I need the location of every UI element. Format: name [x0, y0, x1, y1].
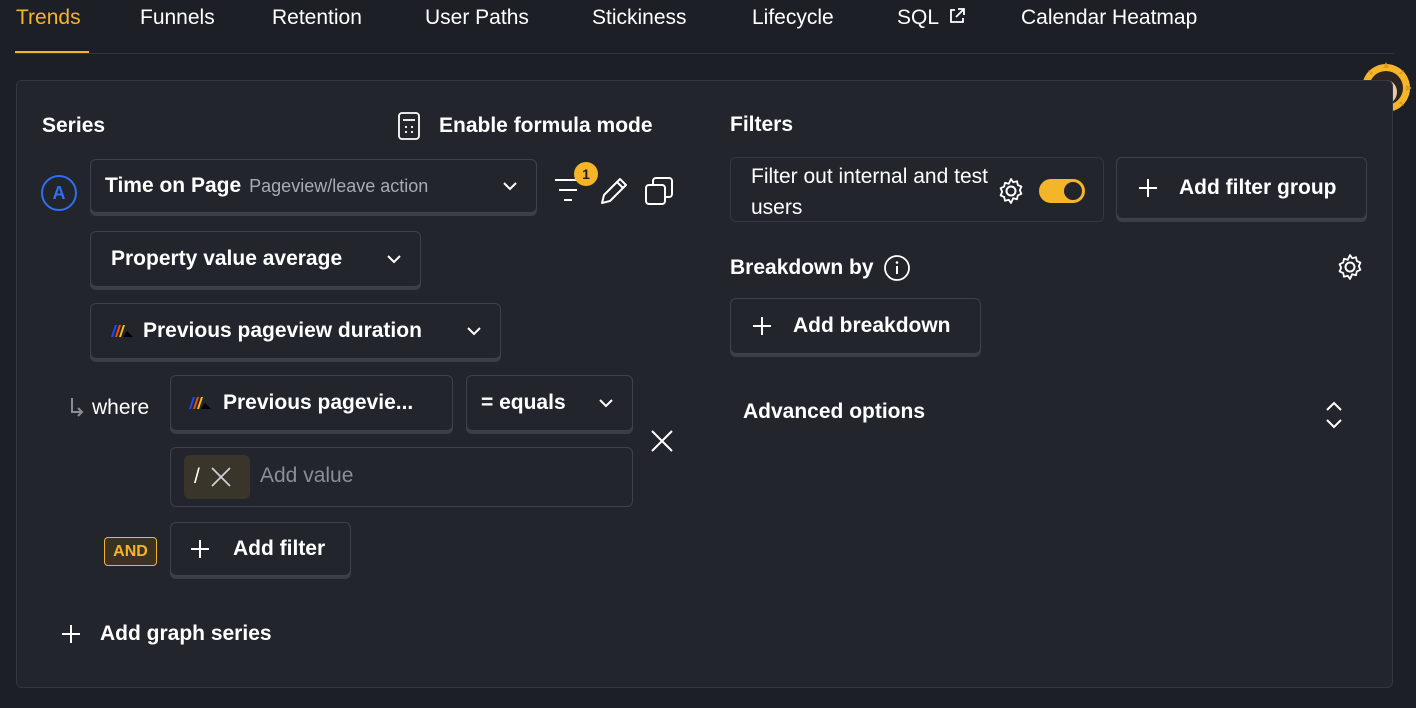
event-selector[interactable]: Time on Page Pageview/leave action: [90, 159, 537, 213]
expand-collapse-chevron-icon: [1326, 401, 1342, 429]
filter-count-badge: 1: [574, 162, 598, 186]
posthog-property-icon: [111, 325, 133, 337]
sub-arrow-icon: [71, 398, 84, 417]
plus-icon: [1139, 179, 1157, 197]
posthog-property-icon: [189, 397, 211, 409]
tab-divider: [15, 53, 1394, 54]
formula-mode-label: Enable formula mode: [439, 114, 653, 137]
external-link-icon: [950, 8, 965, 23]
tab-sql[interactable]: SQL: [897, 6, 966, 30]
advanced-options-toggle[interactable]: Advanced options: [743, 400, 1353, 430]
tab-funnels[interactable]: Funnels: [140, 6, 215, 30]
breakdown-title: Breakdown by: [730, 256, 874, 279]
advanced-options-title: Advanced options: [743, 400, 926, 423]
and-tag: AND: [104, 537, 157, 566]
where-label: where: [92, 396, 150, 419]
internal-filter-label: Filter out internal and test users: [751, 165, 988, 219]
event-subtitle: Pageview/leave action: [249, 175, 429, 196]
info-icon[interactable]: [883, 254, 911, 282]
math-label: Property value average: [111, 247, 343, 270]
where-property-selector[interactable]: Previous pagevie...: [170, 375, 453, 431]
toggle-knob: [1064, 182, 1082, 200]
tab-trends[interactable]: Trends: [16, 6, 81, 30]
series-letter-badge: A: [41, 175, 77, 211]
remove-filter-close-icon[interactable]: [650, 429, 674, 453]
math-property-label: Previous pageview duration: [143, 319, 422, 342]
filters-title: Filters: [730, 113, 794, 136]
value-input-box[interactable]: / Add value: [170, 447, 633, 507]
math-selector[interactable]: Property value average: [90, 231, 421, 287]
duplicate-icon[interactable]: [643, 175, 675, 207]
add-filter-group-label: Add filter group: [1179, 176, 1337, 199]
internal-users-filter: Filter out internal and test users: [730, 157, 1104, 222]
where-property-label: Previous pagevie...: [223, 391, 414, 414]
add-filter-label: Add filter: [233, 537, 326, 560]
operator-label: = equals: [481, 391, 566, 414]
math-property-selector[interactable]: Previous pageview duration: [90, 303, 501, 359]
breakdown-settings-gear-icon[interactable]: [1336, 253, 1364, 281]
add-filter-button[interactable]: Add filter: [170, 522, 351, 576]
event-name: Time on Page: [105, 174, 242, 197]
tab-retention[interactable]: Retention: [272, 6, 362, 30]
plus-icon: [62, 625, 80, 643]
plus-icon: [753, 317, 771, 335]
operator-selector[interactable]: = equals: [466, 375, 633, 431]
add-graph-series-button[interactable]: Add graph series: [61, 622, 272, 646]
chevron-down-icon: [467, 327, 481, 336]
regex-toggle-chip[interactable]: /: [184, 455, 250, 499]
tab-lifecycle[interactable]: Lifecycle: [752, 6, 834, 30]
chevron-down-icon: [503, 182, 517, 191]
value-input-placeholder: Add value: [260, 464, 354, 487]
tab-calendar-heatmap[interactable]: Calendar Heatmap: [1021, 6, 1197, 30]
internal-filter-toggle[interactable]: [1039, 179, 1085, 203]
tab-user-paths[interactable]: User Paths: [425, 6, 529, 30]
chevron-down-icon: [387, 255, 401, 264]
tab-sql-label: SQL: [897, 6, 939, 29]
chevron-down-icon: [599, 399, 613, 408]
formula-mode-toggle[interactable]: Enable formula mode: [397, 112, 653, 140]
add-breakdown-label: Add breakdown: [793, 314, 951, 337]
gear-icon[interactable]: [997, 177, 1025, 205]
tab-stickiness[interactable]: Stickiness: [592, 6, 687, 30]
add-filter-group-button[interactable]: Add filter group: [1116, 157, 1367, 219]
calculator-icon: [398, 112, 420, 140]
close-icon: [211, 467, 231, 487]
regex-label: /: [194, 465, 200, 488]
breakdown-header: Breakdown by: [730, 254, 911, 282]
series-title: Series: [42, 114, 106, 137]
plus-icon: [191, 540, 209, 558]
rename-pencil-icon[interactable]: [597, 174, 631, 208]
add-graph-series-label: Add graph series: [100, 622, 272, 645]
add-breakdown-button[interactable]: Add breakdown: [730, 298, 981, 354]
